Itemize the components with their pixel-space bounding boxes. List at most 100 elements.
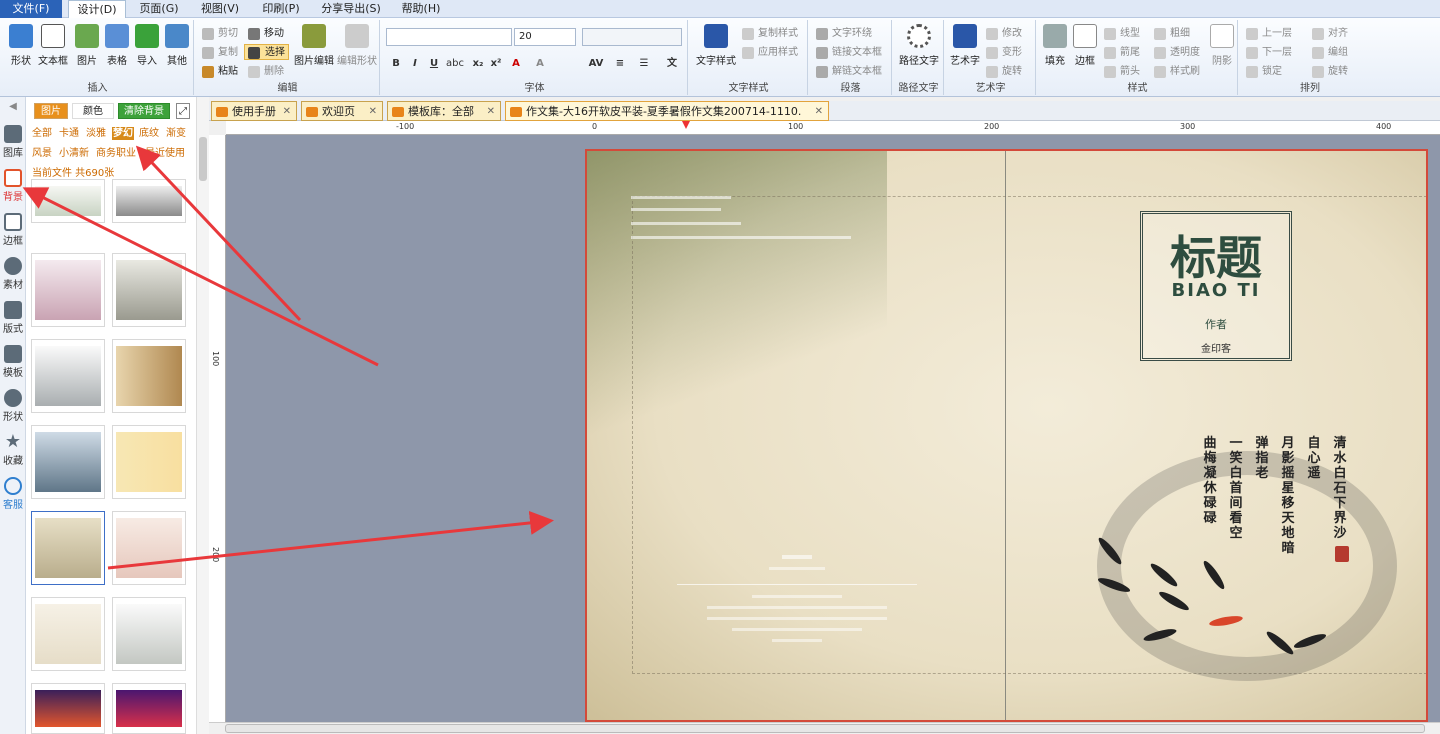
table-button[interactable]: 表格 (102, 24, 132, 67)
strikethrough-button[interactable]: abc (446, 56, 464, 72)
category-all[interactable]: 全部 (32, 127, 52, 140)
cover-title[interactable]: 标题 (1143, 222, 1289, 288)
text-wrap-button[interactable]: 文字环绕 (816, 26, 872, 42)
image-button[interactable]: 图片 (72, 24, 102, 67)
background-thumbnail[interactable] (31, 339, 105, 413)
background-thumbnail[interactable] (31, 425, 105, 499)
category-elegant[interactable]: 淡雅 (86, 127, 106, 140)
background-thumbnail[interactable] (112, 597, 186, 671)
canvas-area[interactable]: 标题 BIAO TI 作者 金印客 清水白石下界沙 自心遥 月影摇星移天地暗 弹… (226, 135, 1440, 722)
close-icon[interactable]: ✕ (283, 102, 291, 122)
border-button[interactable]: 边框 (1070, 24, 1100, 67)
move-button[interactable]: 移动 (248, 26, 284, 42)
image-edit-button[interactable]: 图片编辑 (294, 24, 334, 67)
superscript-button[interactable]: x² (488, 56, 504, 72)
background-thumbnail[interactable] (31, 253, 105, 327)
close-icon[interactable]: ✕ (487, 102, 495, 122)
author-label[interactable]: 作者 (1143, 316, 1289, 332)
edit-shape-button[interactable]: 编辑形状 (336, 24, 378, 67)
rail-shape[interactable]: 形状 (0, 389, 26, 423)
bold-button[interactable]: B (388, 56, 404, 72)
textbox-button[interactable]: 文本框 (38, 24, 68, 67)
category-texture[interactable]: 底纹 (139, 127, 159, 140)
apply-style-button[interactable]: 应用样式 (742, 45, 798, 61)
background-thumbnail[interactable] (112, 683, 186, 734)
cut-button[interactable]: 剪切 (202, 26, 238, 42)
arrange-rotate-button[interactable]: 旋转 (1312, 64, 1348, 80)
background-thumbnail[interactable] (31, 597, 105, 671)
rail-material[interactable]: 素材 (0, 257, 26, 291)
horizontal-scrollbar[interactable] (209, 722, 1440, 734)
group-button[interactable]: 编组 (1312, 45, 1348, 61)
paste-button[interactable]: 粘贴 (202, 64, 238, 80)
bring-forward-button[interactable]: 上一层 (1246, 26, 1292, 42)
menu-page[interactable]: 页面(G) (132, 0, 186, 18)
background-thumbnail[interactable] (112, 339, 186, 413)
scrollbar-thumb[interactable] (199, 137, 207, 181)
background-thumbnail[interactable] (112, 425, 186, 499)
shadow-button[interactable]: 阴影 (1208, 24, 1236, 67)
copy-style-button[interactable]: 复制样式 (742, 26, 798, 42)
rail-border[interactable]: 边框 (0, 213, 26, 247)
fill-button[interactable]: 填充 (1040, 24, 1070, 67)
art-modify-button[interactable]: 修改 (986, 26, 1022, 42)
align-button[interactable]: 对齐 (1312, 26, 1348, 42)
arrow-end-button[interactable]: 箭尾 (1104, 45, 1140, 61)
art-rotate-button[interactable]: 旋转 (986, 64, 1022, 80)
title-box[interactable]: 标题 BIAO TI 作者 金印客 (1140, 211, 1292, 361)
document-page[interactable]: 标题 BIAO TI 作者 金印客 清水白石下界沙 自心遥 月影摇星移天地暗 弹… (585, 149, 1428, 722)
list-button[interactable]: ☰ (636, 56, 652, 72)
category-business[interactable]: 商务职业 (96, 147, 136, 160)
background-thumbnail[interactable] (112, 253, 186, 327)
tab-template-library[interactable]: 模板库：全部 ✕ (387, 101, 501, 121)
menu-share-export[interactable]: 分享导出(S) (316, 0, 386, 18)
thickness-button[interactable]: 粗细 (1154, 26, 1190, 42)
background-thumbnail-selected[interactable] (31, 511, 105, 585)
menu-view[interactable]: 视图(V) (192, 0, 248, 18)
link-textbox-button[interactable]: 链接文本框 (816, 45, 882, 61)
rail-support[interactable]: 客服 (0, 477, 26, 511)
delete-button[interactable]: 删除 (248, 64, 284, 80)
shape-button[interactable]: 形状 (6, 24, 36, 67)
clear-background-button[interactable]: 清除背景 (118, 103, 170, 119)
background-thumbnail[interactable] (31, 683, 105, 734)
art-text-button[interactable]: 艺术字 (948, 24, 982, 67)
font-color-button[interactable]: A (508, 56, 524, 72)
text-style-button[interactable]: 文字样式 (694, 24, 738, 67)
italic-button[interactable]: I (407, 56, 423, 72)
category-fresh[interactable]: 小清新 (59, 147, 89, 160)
underline-button[interactable]: U (426, 56, 442, 72)
scrollbar-thumb[interactable] (225, 724, 1425, 733)
tab-manual[interactable]: 使用手册 ✕ (211, 101, 297, 121)
align-buttons[interactable] (582, 28, 682, 46)
text-direction-button[interactable]: 文 (664, 56, 680, 72)
rail-gallery[interactable]: 图库 (0, 125, 26, 159)
menu-file[interactable]: 文件(F) (0, 0, 62, 18)
expand-icon[interactable]: ⤢ (176, 103, 190, 119)
char-spacing-button[interactable]: AV (588, 56, 604, 72)
line-type-button[interactable]: 线型 (1104, 26, 1140, 42)
font-size-select[interactable]: 20 (514, 28, 576, 46)
tab-current-document[interactable]: 作文集-大16开软皮平装-夏季暑假作文集200714-1110. dpsf*✕ (505, 101, 829, 138)
font-family-select[interactable] (386, 28, 512, 46)
category-gradient[interactable]: 渐变 (166, 127, 186, 140)
collapse-panel-button[interactable]: ◀ (0, 101, 26, 115)
rail-favorites[interactable]: ★ 收藏 (0, 433, 26, 468)
format-brush-button[interactable]: 样式刷 (1154, 64, 1200, 80)
rail-template[interactable]: 模板 (0, 345, 26, 379)
category-dream[interactable]: 梦幻 (112, 127, 134, 140)
background-thumbnail[interactable] (112, 511, 186, 585)
close-icon[interactable]: ✕ (369, 102, 377, 122)
background-thumbnail[interactable] (112, 179, 186, 223)
panel-scrollbar[interactable] (196, 97, 209, 734)
art-transform-button[interactable]: 变形 (986, 45, 1022, 61)
tab-image[interactable]: 图片 (34, 103, 68, 119)
line-spacing-button[interactable]: ≡ (612, 56, 628, 72)
menu-design[interactable]: 设计(D) (68, 0, 126, 18)
author-name[interactable]: 金印客 (1143, 340, 1289, 355)
category-recent[interactable]: 最近使用 (145, 147, 185, 160)
menu-help[interactable]: 帮助(H) (394, 0, 448, 18)
tab-color[interactable]: 颜色 (72, 103, 114, 119)
rail-layout[interactable]: 版式 (0, 301, 26, 335)
subscript-button[interactable]: x₂ (470, 56, 486, 72)
